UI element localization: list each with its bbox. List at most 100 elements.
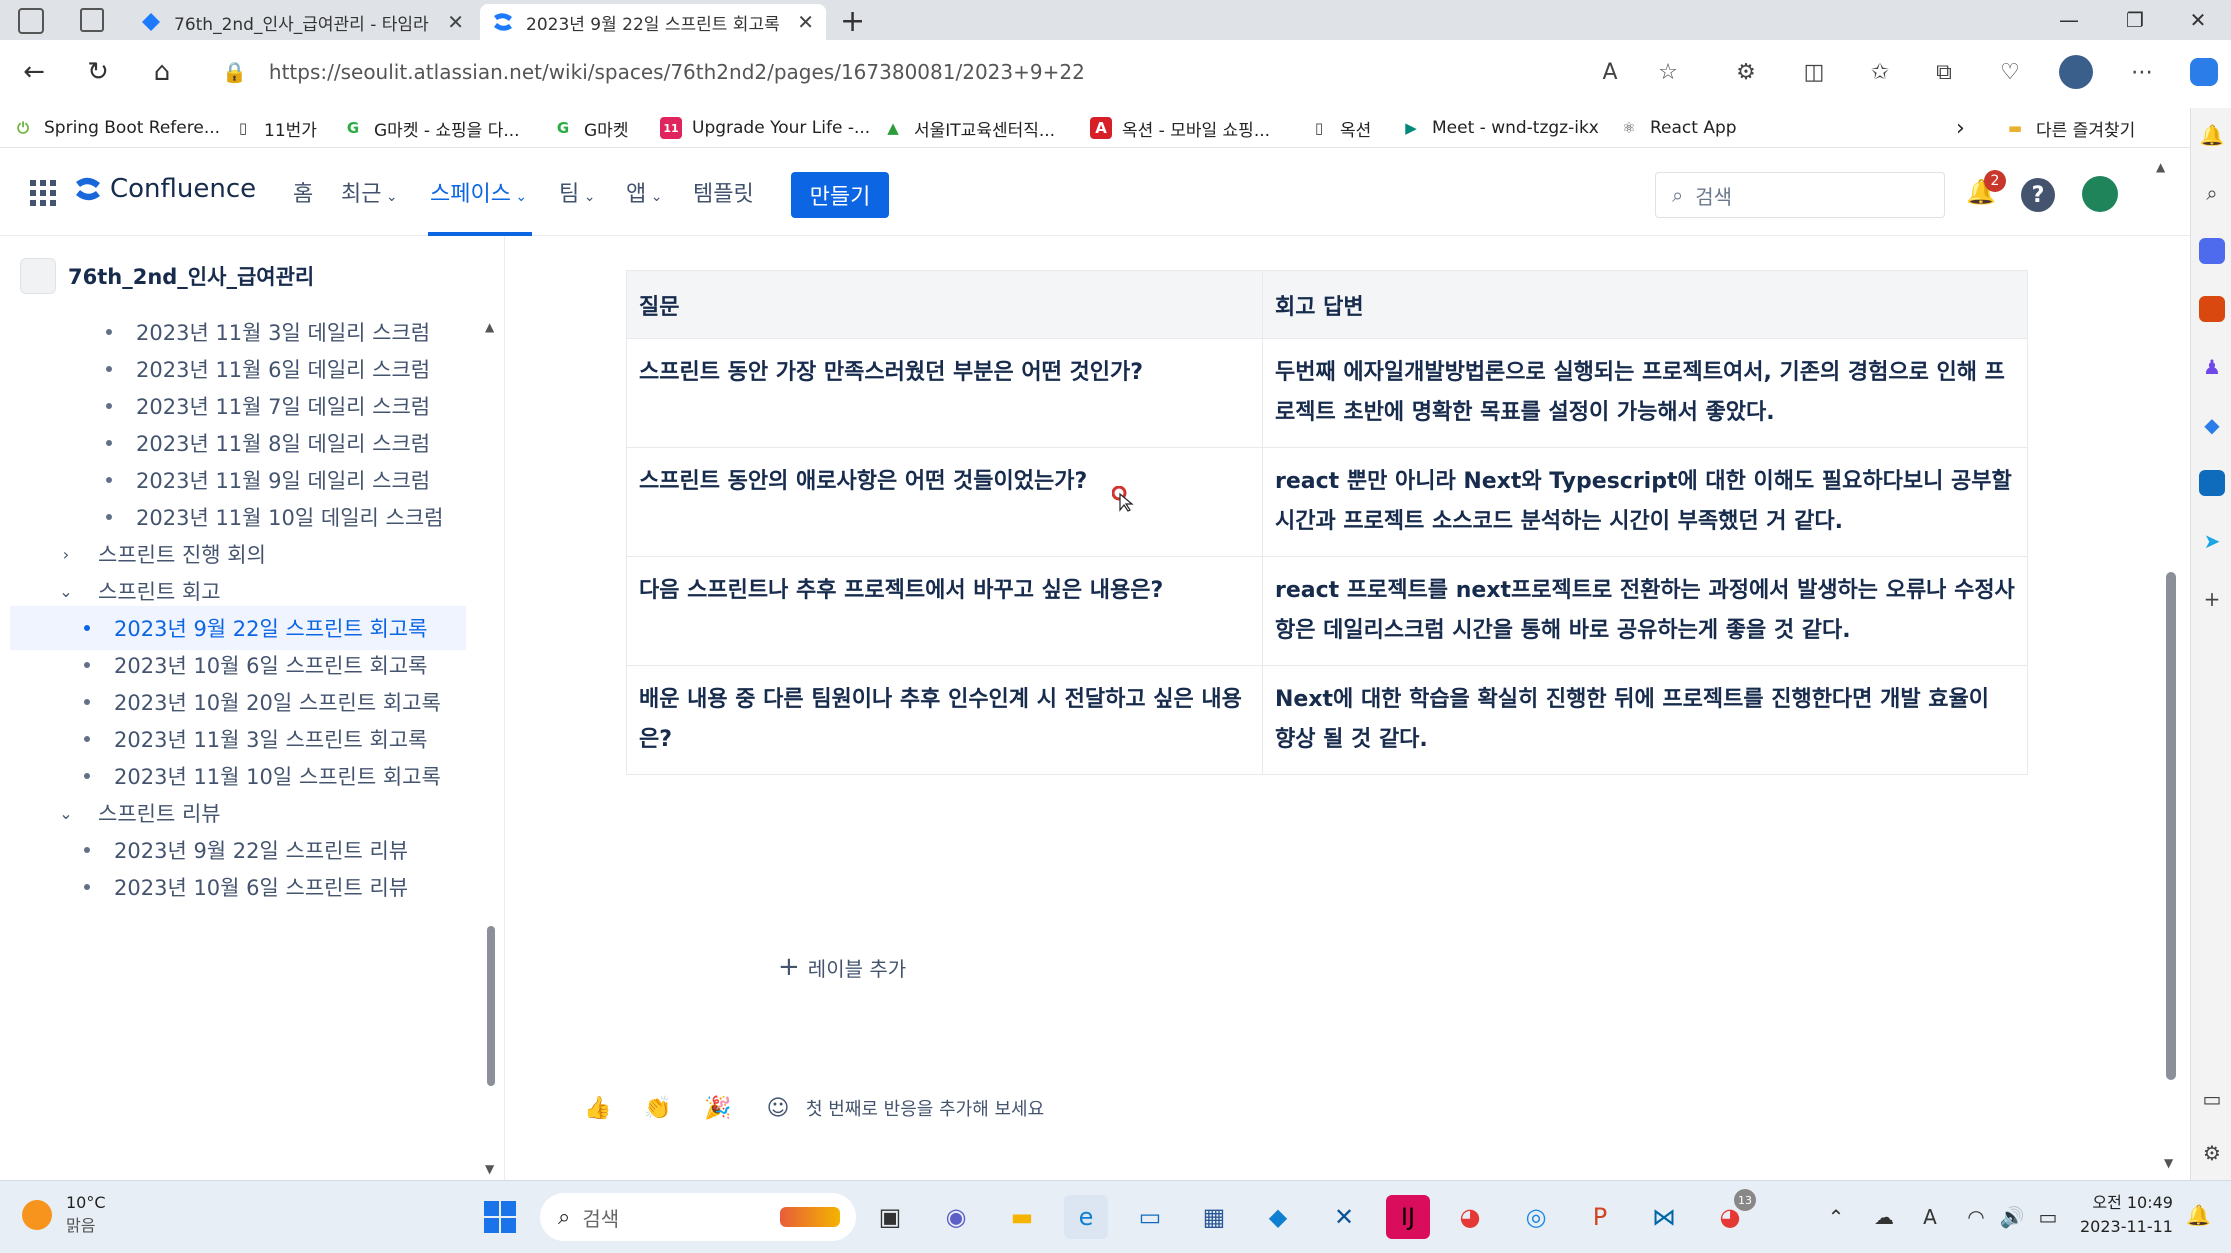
cloud-icon[interactable]: ☁ xyxy=(1862,1195,1906,1239)
task-view-icon[interactable]: ▣ xyxy=(868,1195,912,1239)
nav-teams[interactable]: 팀 ⌄ xyxy=(559,176,595,208)
bookmark-meet[interactable]: ▶ Meet - wnd-tzgz-ikx xyxy=(1400,114,1599,142)
file-explorer-icon[interactable]: ▬ xyxy=(1000,1195,1044,1239)
bookmark-react-app[interactable]: ⚛ React App xyxy=(1618,114,1736,142)
space-title[interactable]: 76th_2nd_인사_급여관리 xyxy=(20,258,314,294)
scroll-down-arrow-icon[interactable]: ▼ xyxy=(2164,1156,2173,1170)
other-favorites[interactable]: ▬ 다른 즐겨찾기 xyxy=(2004,114,2135,142)
help-icon[interactable]: ? xyxy=(2021,178,2055,212)
scroll-down-arrow-icon[interactable]: ▼ xyxy=(485,1162,494,1176)
jira-icon[interactable]: ◆ xyxy=(1256,1195,1300,1239)
app-switcher-icon[interactable] xyxy=(30,180,56,206)
nav-recent[interactable]: 최근 ⌄ xyxy=(341,176,398,208)
vertical-tabs-icon[interactable] xyxy=(80,8,104,32)
chevron-down-icon[interactable]: ⌄ xyxy=(52,582,80,601)
teams-chat-icon[interactable]: ◉ xyxy=(934,1195,978,1239)
intellij-icon[interactable]: IJ xyxy=(1386,1195,1430,1239)
weather-widget[interactable]: 10°C 맑음 xyxy=(22,1193,106,1236)
store-icon[interactable]: ▦ xyxy=(1192,1195,1236,1239)
bookmark-spring-boot[interactable]: ⏻ Spring Boot Refere... xyxy=(12,114,220,142)
read-aloud-icon[interactable]: A xyxy=(1590,52,1630,92)
clapping-hands-icon[interactable]: 👏 xyxy=(636,1086,680,1130)
capture-tool-icon[interactable]: ◎ xyxy=(1514,1195,1558,1239)
add-icon[interactable]: + xyxy=(2199,586,2225,612)
notification-bell-icon[interactable]: 🔔 xyxy=(2199,122,2225,148)
bookmark-gmarket-shopping[interactable]: G G마켓 - 쇼핑을 다... xyxy=(342,114,520,142)
nav-spaces[interactable]: 스페이스 ⌄ xyxy=(430,176,527,208)
workspaces-icon[interactable] xyxy=(18,8,44,34)
add-label-button[interactable]: + 레이블 추가 xyxy=(778,952,906,982)
microsoft365-icon[interactable]: ◆ xyxy=(2199,412,2225,438)
remote-desktop-icon[interactable]: ▭ xyxy=(1128,1195,1172,1239)
address-bar[interactable]: 🔒 https://seoulit.atlassian.net/wiki/spa… xyxy=(222,50,1562,94)
panel-toggle-icon[interactable]: ▭ xyxy=(2199,1086,2225,1112)
chrome-icon[interactable]: ◕ xyxy=(1448,1195,1492,1239)
settings-gear-icon[interactable]: ⚙ xyxy=(2199,1140,2225,1166)
send-icon[interactable]: ➤ xyxy=(2199,528,2225,554)
bookmark-11st[interactable]: ▯ 11번가 xyxy=(232,114,317,142)
tools-icon[interactable] xyxy=(2199,296,2225,322)
sidebar-scrollbar[interactable]: ▲ ▼ xyxy=(485,320,497,1176)
start-windows-icon[interactable] xyxy=(478,1195,522,1239)
vscode-icon[interactable]: ⋈ xyxy=(1642,1195,1686,1239)
collections-icon[interactable]: ⧉ xyxy=(1924,52,1964,92)
more-options-icon[interactable]: ⋯ xyxy=(2122,52,2162,92)
powerpoint-icon[interactable]: P xyxy=(1578,1195,1622,1239)
maximize-icon[interactable]: ❐ xyxy=(2102,0,2168,40)
tray-chevron-up-icon[interactable]: ⌃ xyxy=(1814,1195,1858,1239)
favorites-icon[interactable]: ✩ xyxy=(1860,52,1900,92)
chevron-right-icon[interactable]: › xyxy=(52,545,80,564)
clock[interactable]: 오전 10:49 2023-11-11 xyxy=(2080,1191,2173,1239)
search-icon[interactable]: ⌕ xyxy=(2199,180,2225,206)
bookmark-gmarket[interactable]: G G마켓 xyxy=(552,114,629,142)
profile-icon[interactable] xyxy=(2056,52,2096,92)
user-avatar[interactable] xyxy=(2082,176,2118,212)
minimize-icon[interactable]: — xyxy=(2036,0,2102,40)
nav-templates[interactable]: 템플릿 xyxy=(693,176,754,208)
games-icon[interactable]: ♟ xyxy=(2199,354,2225,380)
confluence-app-icon[interactable]: ✕ xyxy=(1322,1195,1366,1239)
home-icon[interactable]: ⌂ xyxy=(142,52,182,92)
nav-home[interactable]: 홈 xyxy=(293,176,313,208)
close-window-icon[interactable]: ✕ xyxy=(2165,0,2231,40)
add-reaction-icon[interactable]: ☺ xyxy=(756,1086,800,1130)
scroll-up-arrow-icon[interactable]: ▲ xyxy=(485,320,494,334)
bookmark-upgrade[interactable]: 11 Upgrade Your Life -... xyxy=(660,114,870,142)
scroll-thumb[interactable] xyxy=(487,926,495,1086)
create-button[interactable]: 만들기 xyxy=(791,172,889,218)
shopping-tag-icon[interactable] xyxy=(2199,238,2225,264)
confluence-logo[interactable]: Confluence xyxy=(74,174,256,204)
refresh-icon[interactable]: ↻ xyxy=(78,52,118,92)
taskbar-search-input[interactable]: ⌕ 검색 xyxy=(540,1193,856,1241)
bookmarks-overflow-chevron-icon[interactable]: › xyxy=(1956,114,1965,142)
favorite-star-icon[interactable]: ☆ xyxy=(1648,52,1688,92)
sidebar-page-item[interactable]: 2023년 10월 6일 스프린트 리뷰 xyxy=(84,865,460,909)
thumbs-up-icon[interactable]: 👍 xyxy=(576,1086,620,1130)
battery-icon[interactable]: ▭ xyxy=(2026,1195,2070,1239)
split-screen-icon[interactable]: ◫ xyxy=(1794,52,1834,92)
extensions-icon[interactable]: ⚙ xyxy=(1726,52,1766,92)
page-scroll-up-icon[interactable]: ▲ xyxy=(2156,156,2168,236)
outlook-icon[interactable] xyxy=(2199,470,2225,496)
search-input[interactable]: ⌕ 검색 xyxy=(1655,172,1945,218)
chrome-profile-icon[interactable]: ◕ 13 xyxy=(1708,1189,1756,1239)
new-tab-button[interactable]: + xyxy=(840,4,865,39)
browser-essentials-icon[interactable]: ♡ xyxy=(1990,52,2030,92)
bookmark-auction-mobile[interactable]: A 옥션 - 모바일 쇼핑... xyxy=(1090,114,1270,142)
notification-center-icon[interactable]: 🔔 xyxy=(2186,1203,2211,1227)
chevron-down-icon[interactable]: ⌄ xyxy=(52,804,80,823)
close-tab-icon[interactable]: ✕ xyxy=(447,10,464,34)
copilot-icon[interactable] xyxy=(2184,52,2224,92)
nav-apps[interactable]: 앱 ⌄ xyxy=(626,176,662,208)
content-scrollbar[interactable]: ▼ xyxy=(2156,236,2190,1180)
notifications-bell-icon[interactable]: 🔔 2 xyxy=(1966,170,2006,214)
tab-timeline[interactable]: 76th_2nd_인사_급여관리 - 타임라 ✕ xyxy=(128,4,476,40)
close-tab-icon[interactable]: ✕ xyxy=(797,10,814,34)
tab-retro[interactable]: 2023년 9월 22일 스프린트 회고록 ✕ xyxy=(480,4,826,40)
edge-browser-icon[interactable]: e xyxy=(1064,1195,1108,1239)
bookmark-auction[interactable]: ▯ 옥션 xyxy=(1308,114,1371,142)
back-icon[interactable]: ← xyxy=(14,52,54,92)
scroll-thumb[interactable] xyxy=(2166,572,2176,1080)
party-popper-icon[interactable]: 🎉 xyxy=(696,1086,740,1130)
input-method-icon[interactable]: A xyxy=(1908,1195,1952,1239)
